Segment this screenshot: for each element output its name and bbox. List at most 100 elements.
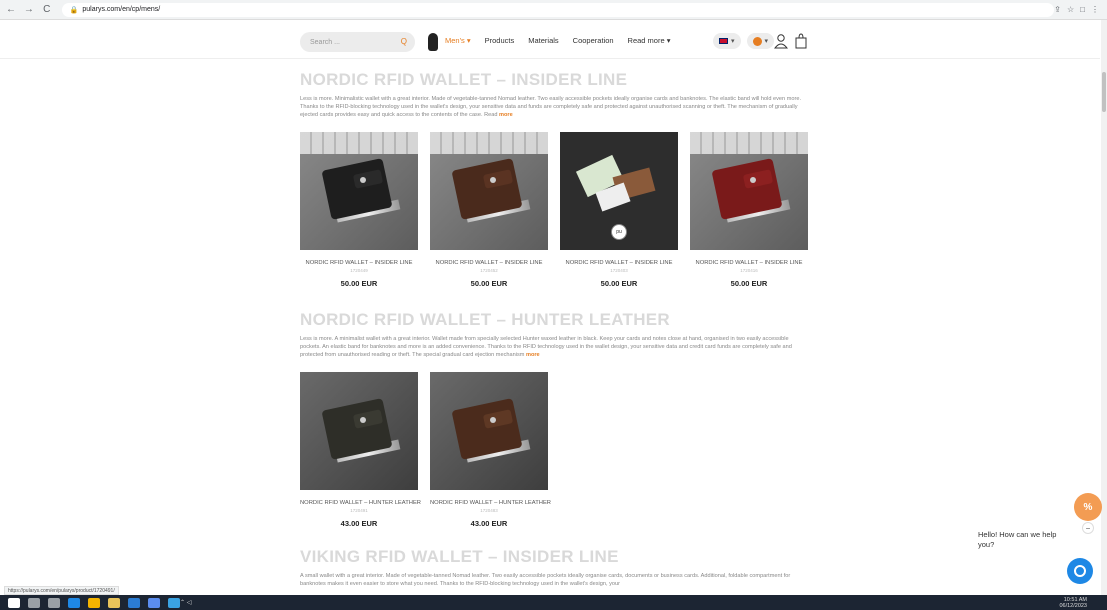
product-code: 1720449 <box>350 268 368 273</box>
brand-logo-icon[interactable] <box>428 33 438 51</box>
description-text: Less is more. A minimalist wallet with a… <box>300 336 792 358</box>
product-code: 1720491 <box>350 508 368 513</box>
product-name[interactable]: NORDIC RFID WALLET – INSIDER LINE <box>560 260 678 266</box>
search-input[interactable]: Search ... Q <box>300 32 415 52</box>
section-description: Less is more. Minimalistic wallet with a… <box>300 96 810 119</box>
brand-badge-icon: pu <box>611 224 627 240</box>
product-image[interactable]: pu <box>560 132 678 250</box>
user-icon[interactable] <box>774 33 788 49</box>
start-icon[interactable] <box>8 597 20 608</box>
share-icon[interactable]: ⇪ <box>1054 5 1061 14</box>
clock[interactable]: 10:51 AM 06/12/2023 <box>1059 597 1087 609</box>
file-explorer-icon[interactable] <box>108 597 120 608</box>
product-image[interactable] <box>430 132 548 250</box>
product-card[interactable]: NORDIC RFID WALLET – INSIDER LINE 172044… <box>300 132 418 288</box>
product-card[interactable]: NORDIC RFID WALLET – INSIDER LINE 172041… <box>690 132 808 288</box>
window-icon[interactable]: □ <box>1080 5 1085 14</box>
address-bar[interactable]: 🔒 pularys.com/en/cp/mens/ <box>61 2 1055 17</box>
bookmark-star-icon[interactable]: ☆ <box>1067 5 1074 14</box>
keyboard-bg <box>690 132 808 154</box>
app-icon[interactable] <box>148 597 160 608</box>
uk-flag-icon <box>719 38 728 44</box>
product-image[interactable] <box>300 372 418 490</box>
scrollbar-thumb[interactable] <box>1102 72 1106 112</box>
product-card[interactable]: NORDIC RFID WALLET – INSIDER LINE 172045… <box>430 132 548 288</box>
snap-button <box>360 417 366 423</box>
messenger-chat-button[interactable] <box>1067 558 1093 584</box>
menu-icon[interactable]: ⋮ <box>1091 5 1099 14</box>
snap-button <box>360 177 366 183</box>
currency-select[interactable]: ▾ <box>746 33 775 49</box>
discount-badge-icon[interactable]: % <box>1074 493 1102 521</box>
product-price: 43.00 EUR <box>470 519 508 528</box>
nav-products[interactable]: Products <box>485 36 515 45</box>
section-nordic-insider: NORDIC RFID WALLET – INSIDER LINE Less i… <box>300 70 810 119</box>
lock-icon: 🔒 <box>69 6 79 14</box>
chrome-icon[interactable] <box>88 597 100 608</box>
chevron-down-icon: ▾ <box>764 38 769 45</box>
product-card[interactable]: pu NORDIC RFID WALLET – INSIDER LINE 172… <box>560 132 678 288</box>
search-placeholder: Search ... <box>310 38 340 46</box>
chat-bubble-icon <box>1074 565 1086 577</box>
language-select[interactable]: ▾ <box>713 33 741 49</box>
product-image[interactable] <box>430 372 548 490</box>
browser-toolbar: ← → C 🔒 pularys.com/en/cp/mens/ ⇪ ☆ □ ⋮ <box>0 0 1107 20</box>
outlook-icon[interactable] <box>128 597 140 608</box>
keyboard-bg <box>300 132 418 154</box>
product-name[interactable]: NORDIC RFID WALLET – INSIDER LINE <box>690 260 808 266</box>
status-bar-url: https://pularys.com/en/pularys/product/1… <box>4 586 119 595</box>
task-view-icon[interactable] <box>48 597 60 608</box>
chat-greeting: Hello! How can we help you? <box>978 530 1057 549</box>
product-card[interactable]: NORDIC RFID WALLET – HUNTER LEATHER 1720… <box>300 372 421 528</box>
section-description: Less is more. A minimalist wallet with a… <box>300 336 810 359</box>
section-title: VIKING RFID WALLET – INSIDER LINE <box>300 547 619 566</box>
product-code: 1720403 <box>610 268 628 273</box>
section-description: A small wallet with a great interior. Ma… <box>300 573 810 589</box>
search-icon[interactable] <box>28 597 40 608</box>
product-image[interactable] <box>300 132 418 250</box>
product-code: 1720416 <box>740 268 758 273</box>
main-nav: Men's ▾ Products Materials Cooperation R… <box>445 36 671 45</box>
windows-taskbar: ⌃ ◁ 10:51 AM 06/12/2023 <box>0 595 1107 610</box>
currency-icon <box>752 36 762 46</box>
section-viking-insider: VIKING RFID WALLET – INSIDER LINE A smal… <box>300 547 810 589</box>
forward-arrow-icon[interactable]: → <box>22 3 36 17</box>
browser-actions: ⇪ ☆ □ ⋮ <box>1054 5 1099 14</box>
reload-icon[interactable]: C <box>40 3 54 17</box>
search-icon[interactable]: Q <box>401 37 407 46</box>
clock-date: 06/12/2023 <box>1059 602 1087 609</box>
snap-button <box>490 177 496 183</box>
product-image[interactable] <box>690 132 808 250</box>
section-title: NORDIC RFID WALLET – HUNTER LEATHER <box>300 310 671 329</box>
product-name[interactable]: NORDIC RFID WALLET – INSIDER LINE <box>430 260 548 266</box>
address-url: pularys.com/en/cp/mens/ <box>82 6 161 13</box>
read-more-link[interactable]: more <box>499 112 513 118</box>
description-text: Less is more. Minimalistic wallet with a… <box>300 96 802 118</box>
snap-button <box>750 177 756 183</box>
edge-icon[interactable] <box>68 597 80 608</box>
nav-read-more[interactable]: Read more ▾ <box>628 36 671 45</box>
product-price: 50.00 EUR <box>470 279 508 288</box>
nav-mens[interactable]: Men's ▾ <box>445 36 471 45</box>
nav-materials[interactable]: Materials <box>528 36 558 45</box>
product-price: 50.00 EUR <box>730 279 768 288</box>
chat-minimize-button[interactable]: − <box>1082 522 1094 534</box>
section-nordic-hunter: NORDIC RFID WALLET – HUNTER LEATHER Less… <box>300 310 810 359</box>
app-icon[interactable] <box>168 597 180 608</box>
product-name[interactable]: NORDIC RFID WALLET – HUNTER LEATHER <box>430 500 551 506</box>
cart-bag-icon[interactable] <box>795 33 807 49</box>
product-price: 50.00 EUR <box>340 279 378 288</box>
system-tray[interactable]: ⌃ ◁ <box>180 599 191 606</box>
read-more-link[interactable]: more <box>526 352 540 358</box>
product-price: 50.00 EUR <box>600 279 638 288</box>
product-grid: NORDIC RFID WALLET – HUNTER LEATHER 1720… <box>300 372 551 528</box>
back-arrow-icon[interactable]: ← <box>4 3 18 17</box>
product-code: 1720483 <box>480 508 498 513</box>
product-card[interactable]: NORDIC RFID WALLET – HUNTER LEATHER 1720… <box>430 372 551 528</box>
product-name[interactable]: NORDIC RFID WALLET – HUNTER LEATHER <box>300 500 421 506</box>
product-grid: NORDIC RFID WALLET – INSIDER LINE 172044… <box>300 132 808 288</box>
page-scrollbar[interactable] <box>1101 20 1107 595</box>
nav-cooperation[interactable]: Cooperation <box>573 36 614 45</box>
product-name[interactable]: NORDIC RFID WALLET – INSIDER LINE <box>300 260 418 266</box>
product-price: 43.00 EUR <box>340 519 378 528</box>
